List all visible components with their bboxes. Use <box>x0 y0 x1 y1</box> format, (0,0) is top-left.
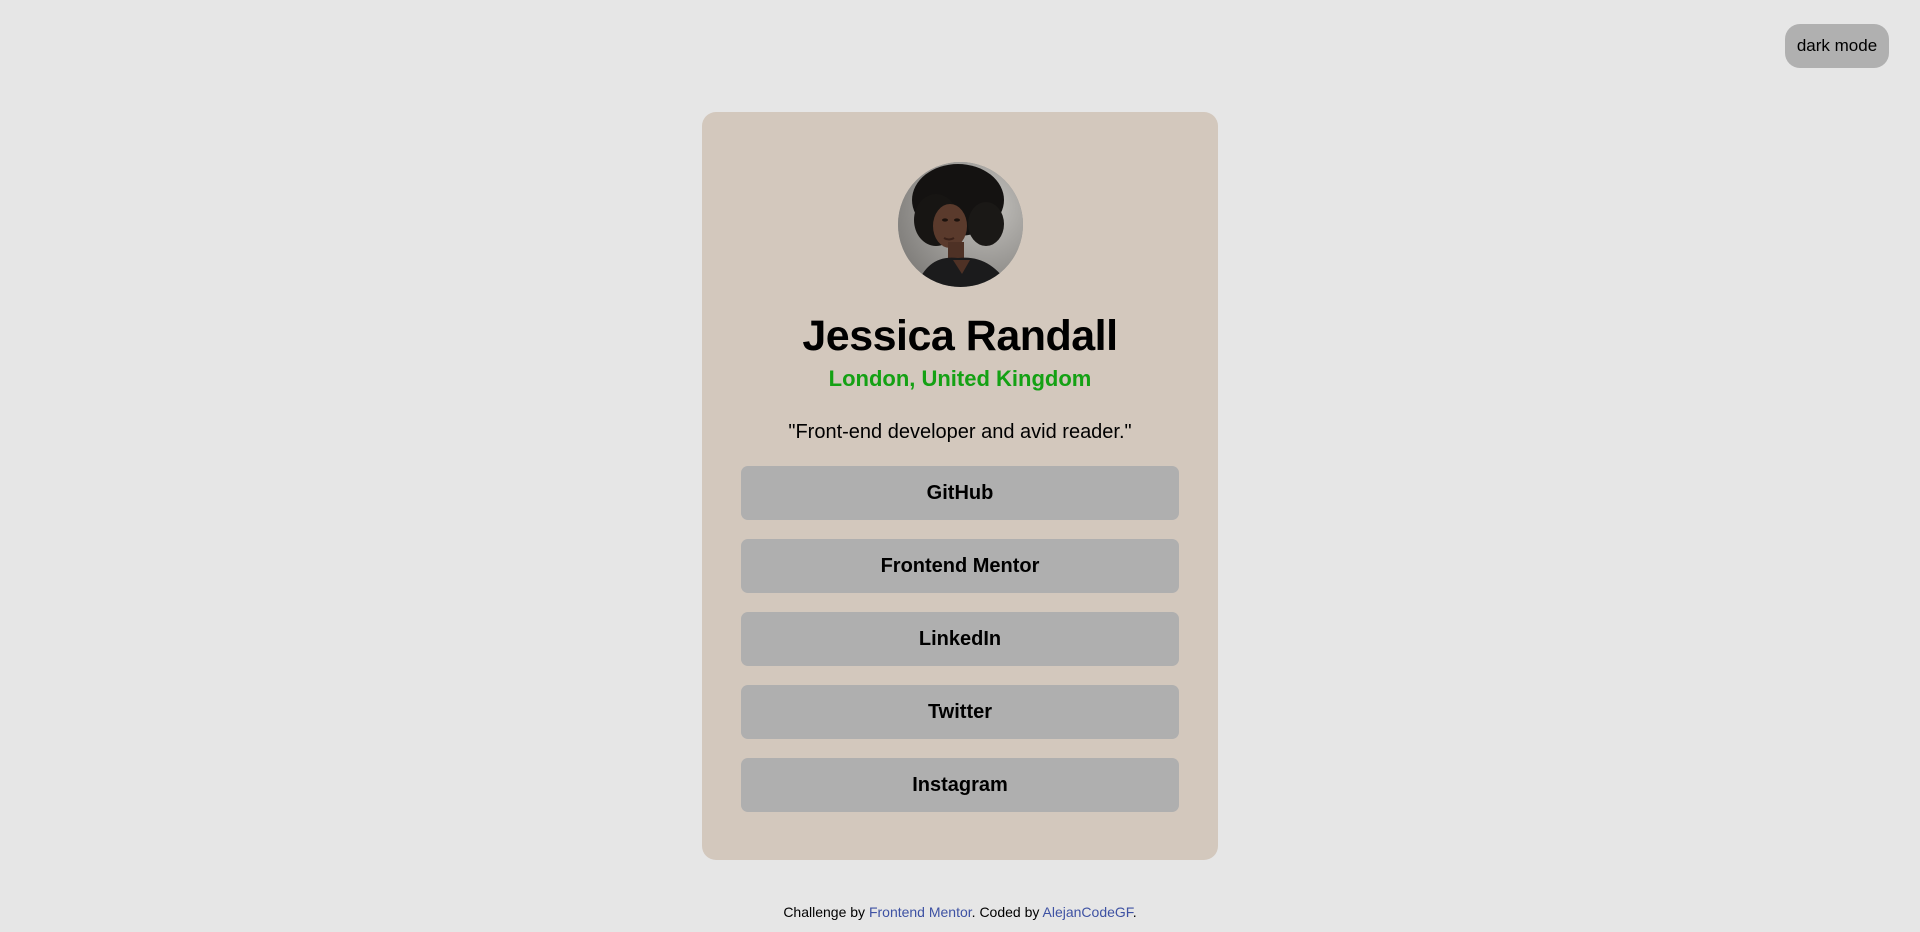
twitter-link-button[interactable]: Twitter <box>741 685 1179 739</box>
list-item: Twitter <box>741 685 1179 739</box>
profile-bio: "Front-end developer and avid reader." <box>788 421 1132 443</box>
profile-location: London, United Kingdom <box>828 366 1092 391</box>
social-links-list: GitHub Frontend Mentor LinkedIn Twitter … <box>741 466 1179 831</box>
list-item: LinkedIn <box>741 612 1179 666</box>
instagram-link-button[interactable]: Instagram <box>741 758 1179 812</box>
list-item: Frontend Mentor <box>741 539 1179 593</box>
list-item: GitHub <box>741 466 1179 520</box>
frontend-mentor-link-button[interactable]: Frontend Mentor <box>741 539 1179 593</box>
profile-name: Jessica Randall <box>802 312 1118 360</box>
attribution-suffix: . <box>1132 904 1137 920</box>
attribution-footer: Challenge by Frontend Mentor. Coded by A… <box>0 902 1920 922</box>
attribution-prefix: Challenge by <box>783 904 869 920</box>
avatar <box>898 162 1023 287</box>
author-attribution-link[interactable]: AlejanCodeGF <box>1043 904 1133 920</box>
linkedin-link-button[interactable]: LinkedIn <box>741 612 1179 666</box>
profile-photo-icon <box>898 162 1023 287</box>
attribution-middle: . Coded by <box>971 904 1043 920</box>
github-link-button[interactable]: GitHub <box>741 466 1179 520</box>
profile-card: Jessica Randall London, United Kingdom "… <box>702 112 1218 860</box>
frontend-mentor-attribution-link[interactable]: Frontend Mentor <box>869 904 972 920</box>
dark-mode-toggle-button[interactable]: dark mode <box>1785 24 1889 68</box>
list-item: Instagram <box>741 758 1179 812</box>
